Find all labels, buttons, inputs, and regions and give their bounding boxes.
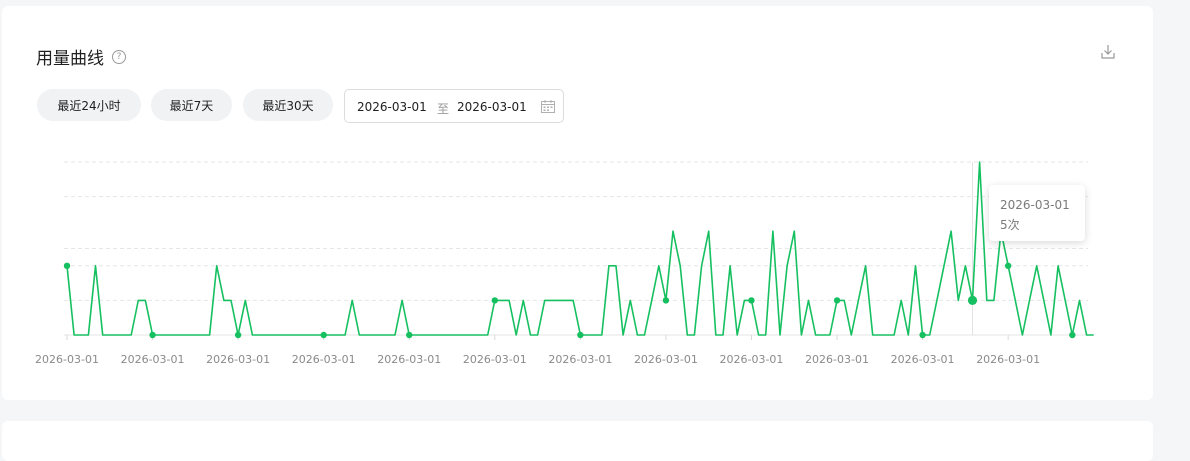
highlight-point[interactable] <box>967 295 978 305</box>
data-point[interactable] <box>491 297 498 304</box>
data-point[interactable] <box>406 331 413 339</box>
x-tick-label: 2026-03-01 <box>377 353 441 366</box>
x-tick-label: 2026-03-01 <box>206 353 270 366</box>
tooltip-value: 5次 <box>1000 218 1020 232</box>
data-point[interactable] <box>662 297 670 304</box>
x-tick-label: 2026-03-01 <box>976 353 1040 366</box>
x-tick-label: 2026-03-01 <box>634 353 698 366</box>
data-point[interactable] <box>149 331 156 339</box>
x-tick-label: 2026-03-01 <box>720 353 784 366</box>
x-tick-label: 2026-03-01 <box>548 353 612 366</box>
data-point[interactable] <box>833 297 841 304</box>
data-point[interactable] <box>234 331 242 339</box>
data-point[interactable] <box>1069 331 1076 339</box>
x-tick-label: 2026-03-01 <box>463 353 527 366</box>
data-point[interactable] <box>63 262 71 269</box>
data-point[interactable] <box>320 331 327 339</box>
x-tick-label: 2026-03-01 <box>891 353 955 366</box>
data-point[interactable] <box>919 331 926 339</box>
tooltip-date: 2026-03-01 <box>1000 198 1070 212</box>
x-tick-label: 2026-03-01 <box>292 353 356 366</box>
data-point[interactable] <box>1004 262 1012 269</box>
x-tick-label: 2026-03-01 <box>805 353 869 366</box>
x-tick-label: 2026-03-01 <box>35 353 99 366</box>
chart-tooltip: 2026-03-01 5次 <box>989 185 1085 241</box>
data-point[interactable] <box>577 331 584 339</box>
x-tick-label: 2026-03-01 <box>121 353 185 366</box>
data-point[interactable] <box>748 297 755 304</box>
